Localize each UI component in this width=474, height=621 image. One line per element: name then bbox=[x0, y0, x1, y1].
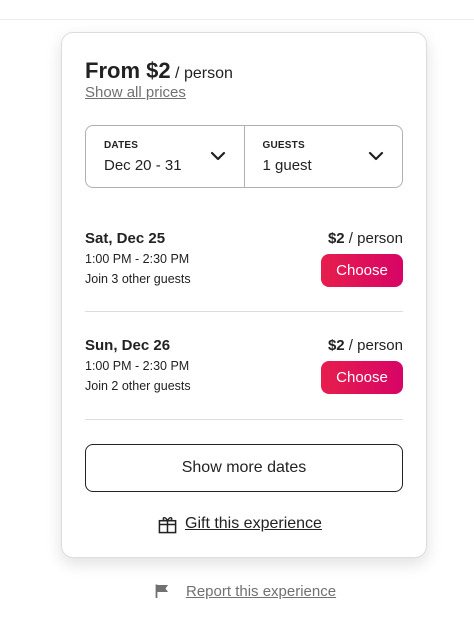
dates-label: DATES bbox=[104, 140, 139, 151]
flag-icon bbox=[155, 584, 168, 598]
slot-date: Sat, Dec 25 bbox=[85, 230, 166, 247]
slot-price: $2 / person bbox=[328, 230, 403, 247]
gift-experience-link[interactable]: Gift this experience bbox=[158, 514, 322, 534]
show-all-prices-link[interactable]: Show all prices bbox=[85, 84, 186, 101]
slot-divider bbox=[85, 419, 403, 420]
slot-price-amount: $2 bbox=[327, 337, 345, 354]
slot-price-unit: / person bbox=[348, 337, 403, 354]
guests-picker[interactable]: GUESTS 1 guest bbox=[243, 126, 403, 187]
slot-date: Sun, Dec 26 bbox=[85, 337, 171, 354]
price-unit: / person bbox=[175, 65, 233, 82]
choose-button[interactable]: Choose bbox=[321, 361, 403, 394]
guests-value: 1 guest bbox=[262, 157, 312, 174]
dates-picker[interactable]: DATES Dec 20 - 31 bbox=[86, 126, 244, 187]
slot-guests: Join 2 other guests bbox=[85, 379, 191, 393]
guests-label: GUESTS bbox=[262, 140, 305, 151]
slot-guests: Join 3 other guests bbox=[85, 272, 191, 286]
slot-price: $2 / person bbox=[328, 337, 403, 354]
price-summary: From $2 / person bbox=[85, 58, 233, 84]
slot-price-amount: $2 bbox=[327, 230, 345, 247]
slot-time: 1:00 PM - 2:30 PM bbox=[85, 252, 190, 266]
choose-button[interactable]: Choose bbox=[321, 254, 403, 287]
list-item: Sat, Dec 25 1:00 PM - 2:30 PM Join 3 oth… bbox=[85, 230, 403, 330]
list-item: Sun, Dec 26 1:00 PM - 2:30 PM Join 2 oth… bbox=[85, 337, 403, 437]
slot-divider bbox=[85, 311, 403, 312]
top-divider bbox=[0, 19, 474, 20]
report-experience-link[interactable]: Report this experience bbox=[154, 582, 336, 600]
dates-value: Dec 20 - 31 bbox=[104, 157, 182, 174]
chevron-down-icon bbox=[210, 151, 225, 161]
date-guest-picker: DATES Dec 20 - 31 GUESTS 1 guest bbox=[85, 125, 403, 188]
gift-icon bbox=[158, 516, 177, 533]
price-from: From $2 bbox=[85, 58, 171, 83]
chevron-down-icon bbox=[368, 151, 384, 161]
report-experience-label: Report this experience bbox=[186, 582, 337, 600]
slot-price-unit: / person bbox=[348, 230, 403, 247]
booking-card: From $2 / person Show all prices DATES D… bbox=[61, 32, 427, 558]
slot-time: 1:00 PM - 2:30 PM bbox=[85, 359, 190, 373]
gift-experience-label: Gift this experience bbox=[185, 515, 322, 532]
show-more-dates-button[interactable]: Show more dates bbox=[85, 444, 403, 492]
